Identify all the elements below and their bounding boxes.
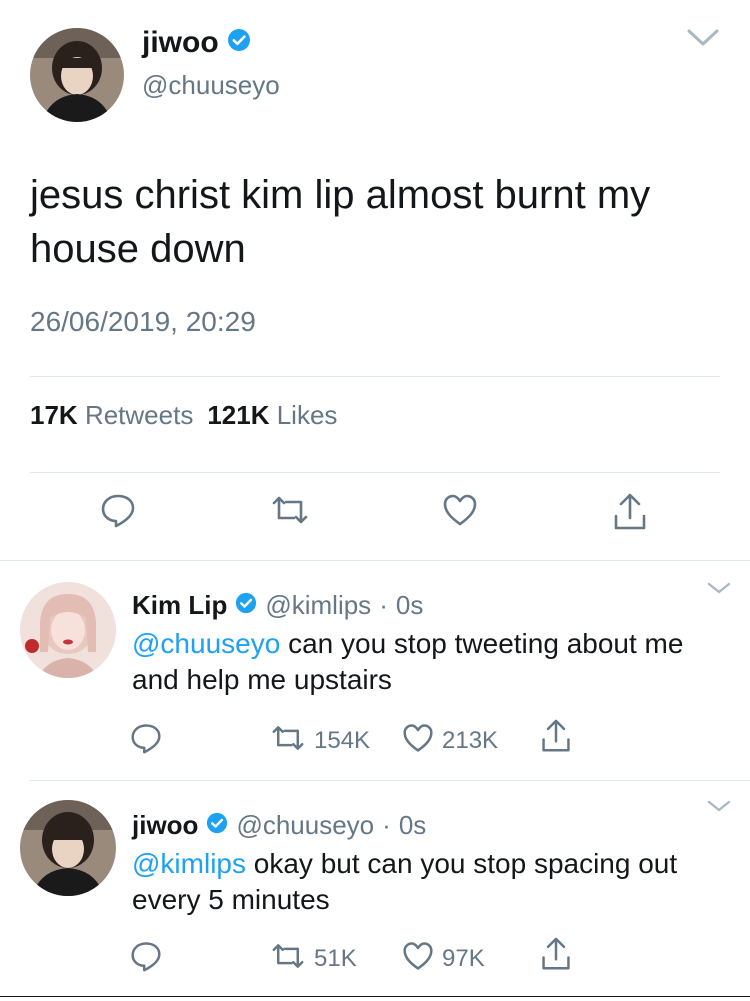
reply-avatar[interactable] [20,800,116,896]
main-author-name-row: jiwoo [142,26,251,60]
share-icon[interactable] [612,492,648,537]
reply-avatar[interactable] [20,582,116,678]
main-tweet-actions [0,492,750,542]
divider [30,376,720,377]
verified-icon [235,590,257,621]
reply-author-name[interactable]: jiwoo [132,810,198,841]
retweets-stat[interactable]: 17K Retweets [30,400,193,431]
main-tweet-text: jesus christ kim lip almost burnt my hou… [30,173,651,271]
main-tweet-date: 26/06/2019, 20:29 [30,306,256,337]
reply-time: 0s [395,590,424,620]
like-icon [402,722,434,759]
chevron-down-icon[interactable] [686,26,720,55]
main-author-name[interactable]: jiwoo [142,26,219,60]
share-icon[interactable] [540,936,572,972]
retweet-button[interactable]: 51K [270,940,357,977]
divider [30,780,750,781]
reply-actions: 154K 213K [0,719,750,762]
reply-header: Kim Lip @kimlips · 0s [132,590,423,621]
likes-stat[interactable]: 121K Likes [207,400,337,431]
like-button[interactable]: 213K [402,722,498,759]
divider [0,996,750,997]
chevron-down-icon[interactable] [706,798,732,819]
reply-icon[interactable] [130,722,162,754]
divider [30,472,720,473]
reply-text: @chuuseyo can you stop tweeting about me… [132,628,684,695]
tweet-stats: 17K Retweets 121K Likes [30,400,337,431]
like-count: 97K [442,944,485,972]
retweet-icon [270,940,306,977]
reply-text: @kimlips okay but can you stop spacing o… [132,848,678,915]
main-author-handle[interactable]: @chuuseyo [142,70,280,101]
reply-icon[interactable] [100,492,136,533]
reply-time: 0s [398,810,427,840]
main-avatar[interactable] [30,28,124,122]
like-icon [402,940,434,977]
like-count: 213K [442,726,499,754]
separator-dot: · [379,590,388,620]
separator-dot: · [382,810,391,840]
verified-icon [227,26,251,60]
like-icon[interactable] [442,492,478,533]
mention-link[interactable]: @kimlips [132,848,246,879]
retweet-icon [270,722,306,759]
like-button[interactable]: 97K [402,940,485,977]
retweet-count: 154K [314,726,371,754]
reply-author-handle[interactable]: @chuuseyo [236,810,374,841]
retweet-icon[interactable] [270,492,310,533]
chevron-down-icon[interactable] [706,580,732,601]
retweet-count: 51K [314,944,357,972]
reply-author-handle[interactable]: @kimlips [265,590,371,621]
verified-icon [206,810,228,841]
reply-actions: 51K 97K [0,937,750,980]
retweet-button[interactable]: 154K [270,722,370,759]
divider [0,560,750,561]
mention-link[interactable]: @chuuseyo [132,628,280,659]
reply-author-name[interactable]: Kim Lip [132,590,227,621]
reply-icon[interactable] [130,940,162,972]
reply-header: jiwoo @chuuseyo · 0s [132,810,426,841]
share-icon[interactable] [540,718,572,754]
